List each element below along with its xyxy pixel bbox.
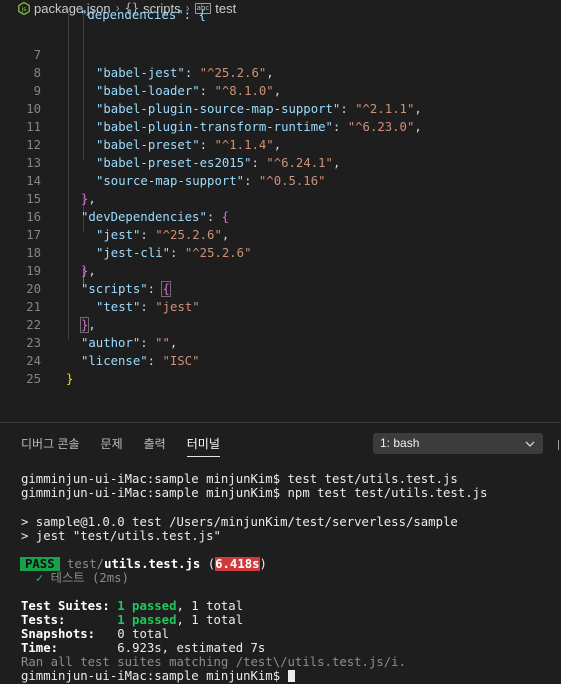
code-line: 22 "author": "", <box>0 298 561 350</box>
summary-label: Tests: <box>21 613 66 627</box>
code-line: "dependencies": { <box>0 8 561 28</box>
code-line: 10 "babel-plugin-transform-runtime": "^6… <box>0 82 561 134</box>
summary-label: Snapshots: <box>21 627 96 641</box>
summary-total: , 1 total <box>176 599 244 613</box>
code-line: 7 "babel-jest": "^25.2.6", <box>0 28 561 80</box>
code-line: 20 "test": "jest" <box>0 262 561 314</box>
line-number: 25 <box>26 372 41 386</box>
terminal-line: > sample@1.0.0 test /Users/minjunKim/tes… <box>21 515 458 529</box>
terminal-line: Time: 6.923s, estimated 7s <box>21 641 265 655</box>
code-line: 17 "jest-cli": "^25.2.6" <box>0 208 561 260</box>
code-line: 16 "jest": "^25.2.6", <box>0 190 561 242</box>
terminal-line: Tests: 1 passed, 1 total <box>21 613 243 627</box>
summary-passed: 1 passed <box>117 613 177 627</box>
terminal-prompt: gimminjun-ui-iMac:sample minjunKim$ <box>21 669 288 683</box>
code-line: 12 "babel-preset-es2015": "^6.24.1", <box>0 118 561 170</box>
summary-value: 0 total <box>117 627 170 641</box>
paren-open: ( <box>200 557 216 571</box>
code-line: 23 "license": "ISC" <box>0 316 561 368</box>
check-icon: ✓ <box>35 571 44 585</box>
code-line: 13 "source-map-support": "^0.5.16" <box>0 136 561 188</box>
paren-close: ) <box>259 557 267 571</box>
code-line: 19 "scripts": { <box>0 244 561 297</box>
terminal-line: Test Suites: 1 passed, 1 total <box>21 599 243 613</box>
code-line: 18 }, <box>0 226 561 278</box>
code-line: 24 } <box>0 334 561 386</box>
terminal-line: > jest "test/utils.test.js" <box>21 529 221 543</box>
code-line: 9 "babel-plugin-source-map-support": "^2… <box>0 64 561 116</box>
tab-output[interactable]: 출력 <box>144 431 166 457</box>
line-text: "dependencies": { <box>80 8 206 22</box>
tab-problems[interactable]: 문제 <box>101 431 123 457</box>
slow-time-badge: 6.418s <box>215 557 260 571</box>
code-line: 8 "babel-loader": "^8.1.0", <box>0 46 561 98</box>
summary-value: 6.923s, estimated 7s <box>117 641 266 655</box>
terminal-line: Snapshots: 0 total <box>21 627 169 641</box>
panel-divider <box>0 422 561 423</box>
terminal-line: Ran all test suites matching /test\/util… <box>21 655 406 669</box>
code-editor[interactable]: "dependencies": { 7 "babel-jest": "^25.2… <box>0 8 561 422</box>
terminal-select[interactable]: 1: bash <box>373 433 543 454</box>
panel-tabs: 디버그 콘솔 문제 출력 터미널 <box>0 431 220 457</box>
terminal-line: ✓ 테스트 (2ms) <box>21 571 129 585</box>
summary-label: Time: <box>21 641 59 655</box>
test-name: 테스트 (2ms) <box>50 571 129 585</box>
tab-debug-console[interactable]: 디버그 콘솔 <box>21 431 80 457</box>
code-line: 15 "devDependencies": { <box>0 172 561 224</box>
terminal-prompt-line[interactable]: gimminjun-ui-iMac:sample minjunKim$ <box>21 669 295 683</box>
terminal-line: PASS test/utils.test.js (6.418s) <box>20 557 267 571</box>
terminal-line: gimminjun-ui-iMac:sample minjunKim$ test… <box>21 472 458 486</box>
pass-badge: PASS <box>20 557 60 571</box>
test-file: utils.test.js <box>104 557 201 571</box>
terminal-cursor <box>287 670 295 682</box>
terminal-line: gimminjun-ui-iMac:sample minjunKim$ npm … <box>21 486 488 500</box>
summary-label: Test Suites: <box>21 599 110 613</box>
chevron-down-icon <box>523 433 537 454</box>
code-line: 11 "babel-preset": "^1.1.4", <box>0 100 561 152</box>
summary-total: , 1 total <box>176 613 244 627</box>
tab-terminal[interactable]: 터미널 <box>186 431 220 457</box>
summary-passed: 1 passed <box>117 599 177 613</box>
code-line: 14 }, <box>0 154 561 206</box>
code-line: 25 <box>0 352 561 386</box>
terminal-select-value: 1: bash <box>380 436 420 450</box>
code-line: 21 }, <box>0 280 561 333</box>
test-dir: test/ <box>67 557 105 571</box>
